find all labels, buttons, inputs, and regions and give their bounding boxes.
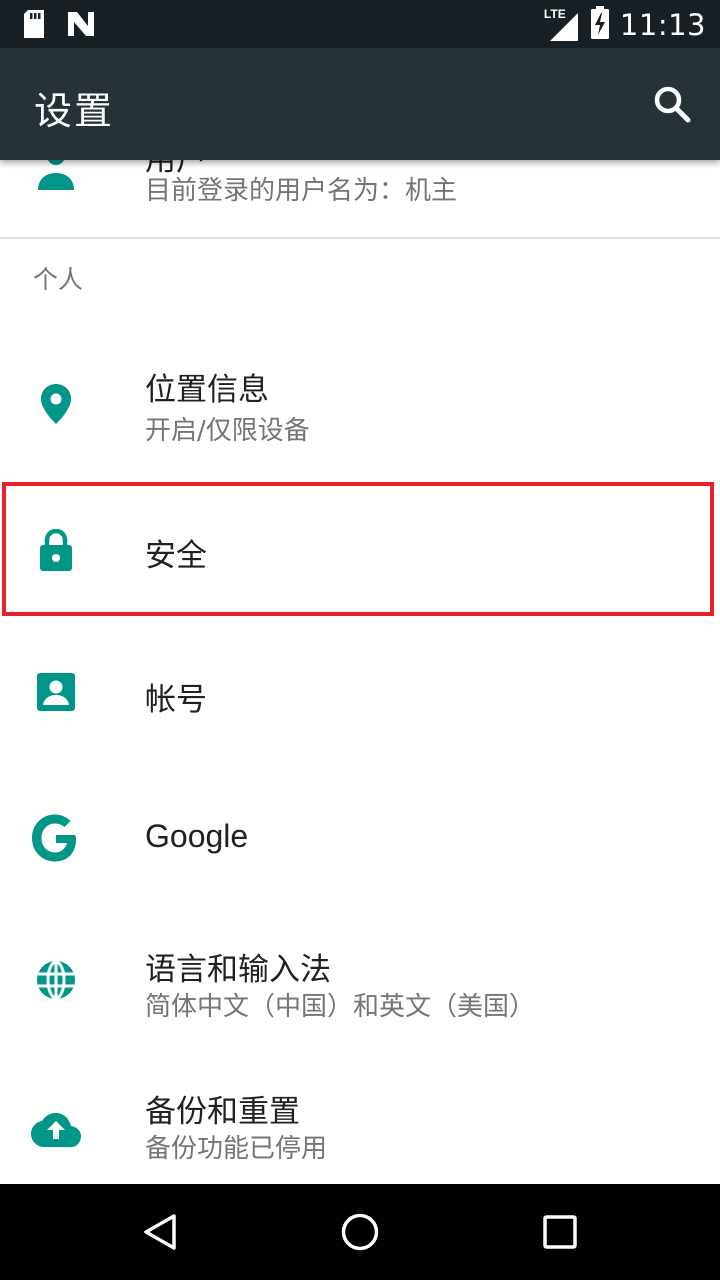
settings-item-location[interactable]: 位置信息 开启/仅限设备 bbox=[0, 330, 720, 480]
cloud-upload-icon bbox=[28, 1102, 84, 1158]
home-button[interactable] bbox=[336, 1208, 384, 1256]
settings-item-subtitle: 开启/仅限设备 bbox=[145, 416, 310, 446]
settings-item-subtitle: 备份功能已停用 bbox=[145, 1134, 328, 1164]
settings-item-security[interactable]: 安全 bbox=[0, 480, 720, 620]
settings-item-title: 语言和输入法 bbox=[145, 952, 331, 988]
recents-button[interactable] bbox=[536, 1208, 584, 1256]
status-bar: LTE 11:13 bbox=[0, 0, 720, 48]
google-icon bbox=[28, 810, 84, 866]
settings-item-title: 位置信息 bbox=[145, 372, 269, 408]
settings-item-users[interactable]: 用户 目前登录的用户名为：机主 bbox=[0, 160, 720, 236]
settings-list[interactable]: 用户 目前登录的用户名为：机主 个人 位置信息 开启/仅限设备 安全 帐号 Go… bbox=[0, 160, 720, 1184]
settings-item-subtitle: 目前登录的用户名为：机主 bbox=[145, 176, 458, 206]
settings-item-title: 备份和重置 bbox=[145, 1094, 300, 1130]
search-icon bbox=[654, 86, 691, 123]
location-pin-icon bbox=[28, 376, 84, 432]
back-button[interactable] bbox=[136, 1208, 184, 1256]
settings-item-google[interactable]: Google bbox=[0, 766, 720, 910]
battery-charging-icon bbox=[590, 6, 610, 44]
app-bar: 设置 bbox=[0, 48, 720, 160]
globe-icon bbox=[28, 952, 84, 1008]
settings-item-accounts[interactable]: 帐号 bbox=[0, 622, 720, 762]
n-notification-icon bbox=[66, 10, 96, 42]
navigation-bar bbox=[0, 1184, 720, 1280]
clock: 11:13 bbox=[619, 8, 706, 42]
section-header: 个人 bbox=[33, 265, 84, 294]
settings-item-title: 安全 bbox=[145, 538, 207, 574]
settings-item-title: 帐号 bbox=[145, 682, 207, 718]
lock-icon bbox=[28, 522, 84, 578]
settings-item-backup[interactable]: 备份和重置 备份功能已停用 bbox=[0, 1052, 720, 1184]
settings-item-subtitle: 简体中文（中国）和英文（美国） bbox=[145, 992, 536, 1022]
recents-icon bbox=[543, 1215, 577, 1249]
back-icon bbox=[144, 1214, 176, 1250]
person-icon bbox=[28, 160, 84, 196]
settings-item-title: Google bbox=[145, 818, 249, 854]
page-title: 设置 bbox=[34, 89, 115, 133]
settings-item-language[interactable]: 语言和输入法 简体中文（中国）和英文（美国） bbox=[0, 910, 720, 1052]
account-box-icon bbox=[28, 664, 84, 720]
search-button[interactable] bbox=[646, 78, 698, 130]
home-icon bbox=[341, 1213, 379, 1251]
lte-signal-icon: LTE bbox=[544, 7, 580, 43]
section-divider bbox=[0, 237, 720, 239]
sd-card-icon bbox=[22, 10, 46, 42]
